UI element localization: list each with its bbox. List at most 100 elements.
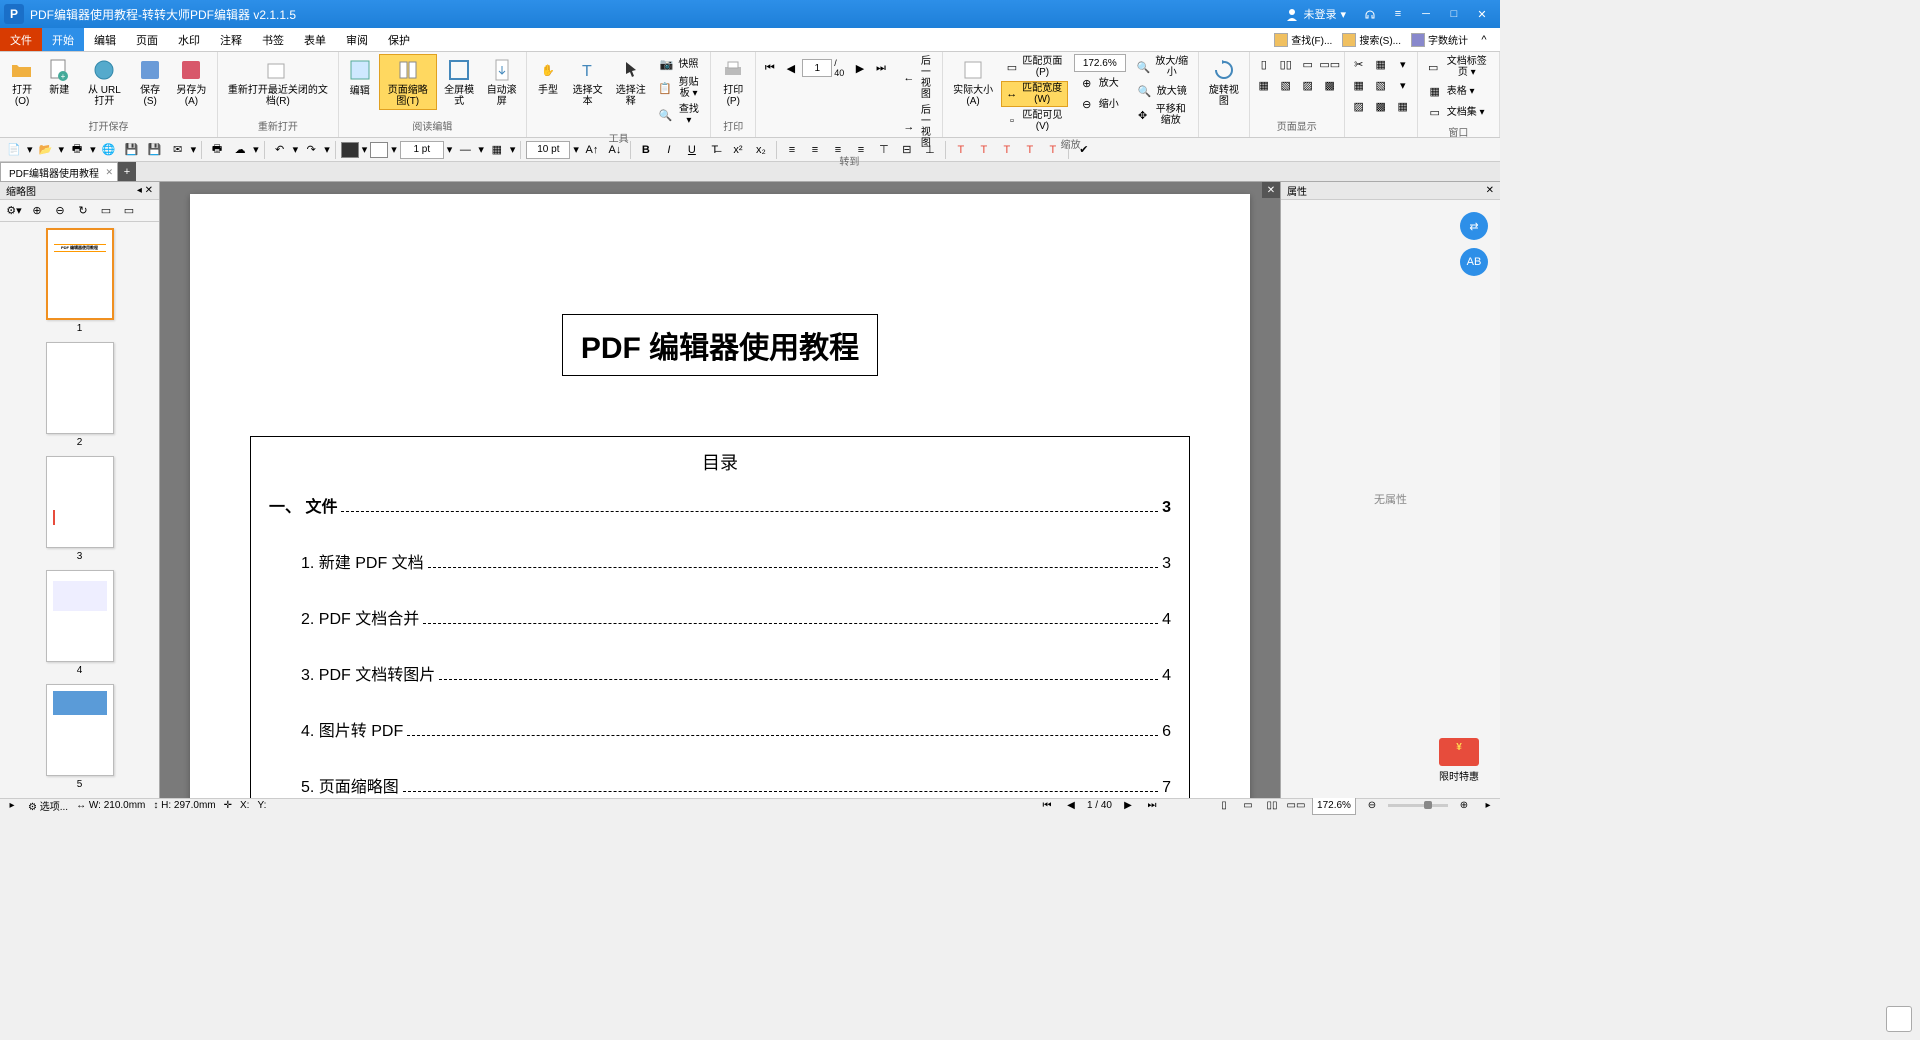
pan-zoom-button[interactable]: ✥平移和缩放 — [1132, 102, 1194, 128]
autoscroll-button[interactable]: 自动滚屏 — [481, 54, 522, 110]
from-url-button[interactable]: 从 URL 打开 — [78, 54, 130, 110]
menu-icon[interactable]: ≡ — [1384, 2, 1412, 26]
two-page-icon[interactable]: ▯▯ — [1276, 54, 1296, 74]
thumbnail-button[interactable]: 页面缩略图(T) — [379, 54, 437, 110]
collapse-ribbon[interactable]: ^ — [1474, 30, 1494, 50]
sb-first[interactable]: ⏮ — [1039, 800, 1055, 812]
zoom-inout-button[interactable]: 🔍放大/缩小 — [1132, 54, 1194, 80]
ab-float[interactable]: AB — [1460, 248, 1488, 276]
maximize-button[interactable]: □ — [1440, 2, 1468, 26]
qb-print[interactable]: 🖶 — [207, 140, 227, 160]
print-button[interactable]: 打印(P) — [715, 54, 751, 110]
tab-start[interactable]: 开始 — [42, 28, 84, 51]
next-page-button[interactable]: ▶ — [850, 58, 869, 78]
sb-more[interactable]: ▸ — [1480, 800, 1496, 812]
check[interactable]: ✔ — [1074, 140, 1094, 160]
font-inc[interactable]: A↑ — [582, 140, 602, 160]
thumb-import[interactable]: ▭ — [119, 201, 139, 221]
thumb-rotate[interactable]: ↻ — [73, 201, 93, 221]
user-menu[interactable]: 未登录 ▾ — [1285, 6, 1346, 22]
align-r[interactable]: ≡ — [828, 140, 848, 160]
actual-size-button[interactable]: 实际大小(A) — [947, 54, 998, 110]
thumb-item[interactable]: 5 — [6, 684, 153, 790]
font-dec[interactable]: A↓ — [605, 140, 625, 160]
qb-undo[interactable]: ↶ — [270, 140, 290, 160]
edit-button[interactable]: 编辑 — [343, 54, 377, 100]
fullscreen-button[interactable]: 全屏模式 — [439, 54, 480, 110]
t3[interactable]: ▾ — [1393, 54, 1413, 74]
doc-tab[interactable]: PDF编辑器使用教程✕ — [0, 162, 118, 181]
sb-zoom-input[interactable] — [1312, 797, 1356, 815]
find-menu[interactable]: 查找(F)... — [1270, 30, 1336, 49]
qb-web[interactable]: 🌐 — [99, 140, 119, 160]
valign-t[interactable]: ⊤ — [874, 140, 894, 160]
sb-layout4[interactable]: ▭▭ — [1288, 800, 1304, 812]
tab-form[interactable]: 表单 — [294, 28, 336, 51]
find-button[interactable]: 🔍查找 ▾ — [653, 102, 706, 128]
hl-3[interactable]: T — [997, 140, 1017, 160]
thumb-opts[interactable]: ⚙▾ — [4, 201, 24, 221]
fit-visible-button[interactable]: ▫匹配可见(V) — [1001, 108, 1068, 134]
zoom-input[interactable] — [1074, 54, 1126, 72]
sb-prev[interactable]: ◀ — [1063, 800, 1079, 812]
zoom-in-button[interactable]: ⊕放大 — [1074, 73, 1126, 93]
fill-color[interactable] — [341, 142, 359, 158]
thumb-export[interactable]: ▭ — [96, 201, 116, 221]
qb-mail[interactable]: ✉ — [168, 140, 188, 160]
hl-4[interactable]: T — [1020, 140, 1040, 160]
tab-bookmark[interactable]: 书签 — [252, 28, 294, 51]
save-as-button[interactable]: 另存为(A) — [170, 54, 213, 110]
layout-3[interactable]: ▨ — [1298, 75, 1318, 95]
zoom-slider[interactable] — [1388, 804, 1448, 807]
t4[interactable]: ▦ — [1349, 75, 1369, 95]
sb-next[interactable]: ▶ — [1120, 800, 1136, 812]
tab-file[interactable]: 文件 — [0, 28, 42, 51]
underline[interactable]: U — [682, 140, 702, 160]
add-tab[interactable]: + — [118, 162, 136, 181]
tab-protect[interactable]: 保护 — [378, 28, 420, 51]
tab-watermark[interactable]: 水印 — [168, 28, 210, 51]
sb-last[interactable]: ⏭ — [1144, 800, 1160, 812]
tab-review[interactable]: 审阅 — [336, 28, 378, 51]
promo-badge[interactable]: 限时特惠 — [1430, 738, 1488, 786]
qb-save[interactable]: 💾 — [122, 140, 142, 160]
sb-layout3[interactable]: ▯▯ — [1264, 800, 1280, 812]
thumb-item[interactable]: 4 — [6, 570, 153, 676]
qb-redo[interactable]: ↷ — [301, 140, 321, 160]
prev-page-button[interactable]: ◀ — [781, 58, 800, 78]
clipboard-button[interactable]: 📋剪贴板 ▾ — [653, 75, 706, 101]
doc-close[interactable]: ✕ — [1262, 182, 1280, 198]
sub[interactable]: x₂ — [751, 140, 771, 160]
hl-1[interactable]: T — [951, 140, 971, 160]
sb-menu[interactable]: ▸ — [4, 800, 20, 812]
close-button[interactable]: ✕ — [1468, 2, 1496, 26]
document-view[interactable]: ✕ PDF 编辑器使用教程 目录 一、 文件3 1. 新建 PDF 文档3 2.… — [160, 182, 1280, 798]
panel-menu-icon[interactable]: ◂ ✕ — [137, 185, 153, 196]
tab-annotate[interactable]: 注释 — [210, 28, 252, 51]
thumb-zoom-out[interactable]: ⊖ — [50, 201, 70, 221]
qb-save2[interactable]: 💾 — [145, 140, 165, 160]
doc-tabs-button[interactable]: ▭文档标签页 ▾ — [1422, 54, 1495, 80]
thumb-item[interactable]: 2 — [6, 342, 153, 448]
sb-zoom-out[interactable]: ⊖ — [1364, 800, 1380, 812]
t2[interactable]: ▦ — [1371, 54, 1391, 74]
sb-zoom-in[interactable]: ⊕ — [1456, 800, 1472, 812]
page-input[interactable] — [802, 59, 832, 77]
rotate-view-button[interactable]: 旋转视图 — [1203, 54, 1245, 110]
close-icon[interactable]: ✕ — [1486, 185, 1494, 196]
wordcount-menu[interactable]: 字数统计 — [1407, 30, 1472, 49]
hand-button[interactable]: ✋手型 — [531, 54, 565, 99]
thumb-zoom-in[interactable]: ⊕ — [27, 201, 47, 221]
qb-scan[interactable]: 🖶 — [67, 140, 87, 160]
layout-1[interactable]: ▦ — [1254, 75, 1274, 95]
save-button[interactable]: 保存(S) — [132, 54, 167, 110]
first-page-button[interactable]: ⏮ — [760, 58, 779, 78]
linewidth-1[interactable] — [400, 141, 444, 159]
prev-view-button[interactable]: ←后一视图 — [898, 54, 938, 102]
docs-button[interactable]: ▭文档集 ▾ — [1422, 102, 1495, 122]
fit-page-button[interactable]: ▭匹配页面(P) — [1001, 54, 1068, 80]
reopen-button[interactable]: 重新打开最近关闭的文档(R) — [222, 54, 334, 110]
translate-float[interactable]: ⇄ — [1460, 212, 1488, 240]
tab-edit[interactable]: 编辑 — [84, 28, 126, 51]
fontsize[interactable] — [526, 141, 570, 159]
